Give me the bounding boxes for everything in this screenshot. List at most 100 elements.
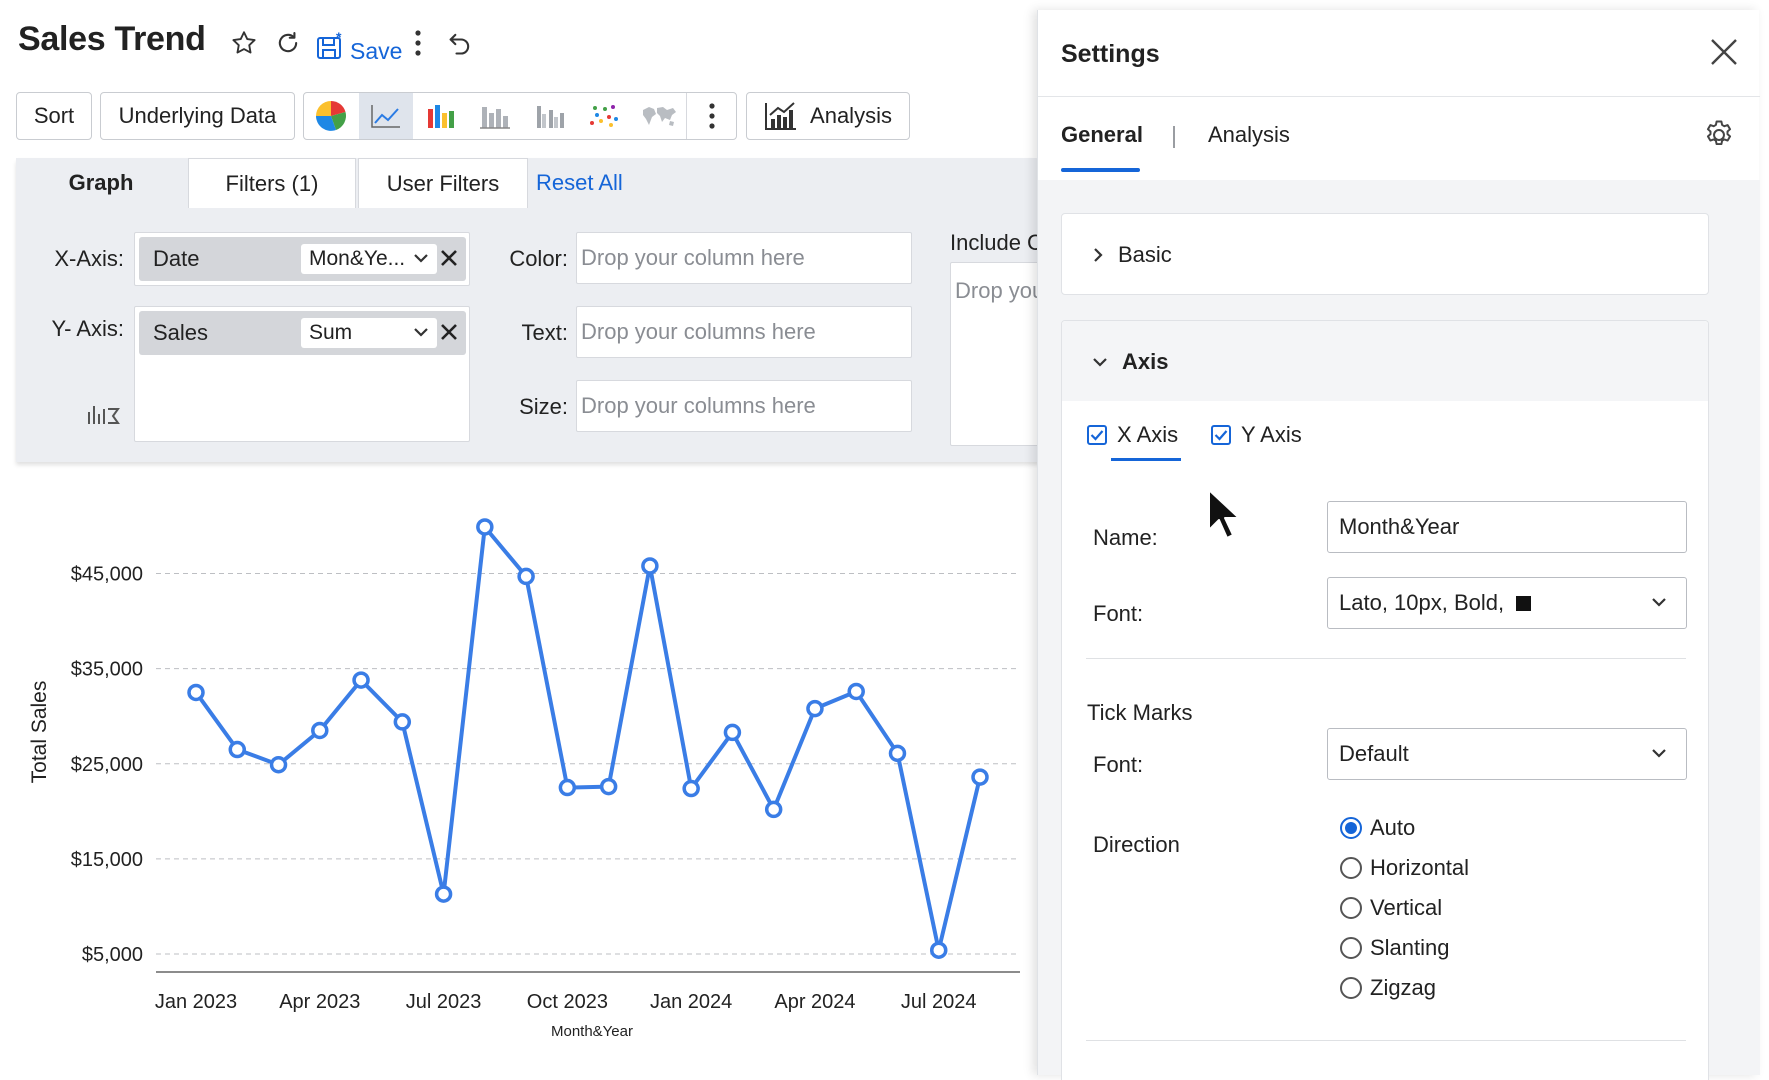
remove-y-field-icon[interactable] [438, 321, 460, 343]
axis-section-header[interactable]: Axis [1092, 349, 1168, 375]
x-tick-label: Jul 2024 [901, 991, 977, 1013]
data-point[interactable] [558, 778, 577, 797]
data-point[interactable] [269, 755, 288, 774]
gear-icon[interactable] [1702, 118, 1736, 152]
more-vertical-icon[interactable] [402, 27, 434, 59]
x-tick-label: Jul 2023 [406, 991, 482, 1013]
x-axis-label: X-Axis: [54, 246, 124, 271]
direction-radio-slanting[interactable]: Slanting [1340, 935, 1450, 961]
stacked-bar-icon[interactable] [468, 93, 523, 139]
include-label: Include C [950, 230, 1043, 255]
x-axis-checkbox[interactable]: X Axis [1087, 422, 1178, 448]
active-tab-indicator [1061, 168, 1140, 172]
data-point[interactable] [971, 768, 989, 786]
radio-icon [1340, 897, 1362, 919]
tab-user-filters[interactable]: User Filters [358, 158, 528, 208]
x-axis-function-select[interactable]: Mon&Ye... [301, 244, 437, 274]
y-tick-label: $15,000 [71, 849, 143, 871]
data-point[interactable] [228, 740, 247, 759]
data-point[interactable] [723, 723, 742, 742]
data-point[interactable] [434, 885, 453, 903]
y-axis-function-value: Sum [309, 321, 353, 344]
radio-label: Zigzag [1370, 975, 1437, 1000]
tick-font-select[interactable]: Default [1327, 728, 1687, 780]
x-axis-field-name: Date [153, 246, 200, 271]
checkbox-checked-icon [1087, 425, 1107, 445]
tab-graph[interactable]: Graph [16, 158, 186, 208]
include-placeholder: Drop you [955, 278, 1045, 303]
reset-all-link[interactable]: Reset All [536, 158, 626, 208]
data-point[interactable] [847, 682, 865, 701]
tick-font-label: Font: [1093, 752, 1144, 777]
divider [1038, 96, 1760, 97]
data-point[interactable] [599, 777, 618, 796]
series-line [194, 525, 982, 953]
y-axis-checkbox[interactable]: Y Axis [1211, 422, 1302, 448]
x-tick-label: Apr 2024 [774, 991, 855, 1013]
x-axis-field-pill[interactable]: Date Mon&Ye... [139, 237, 466, 281]
axis-name-input[interactable]: Month&Year [1327, 501, 1687, 553]
settings-tab-general[interactable]: General [1061, 122, 1143, 148]
sort-button[interactable]: Sort [16, 92, 92, 140]
data-point[interactable] [806, 699, 824, 718]
radio-label: Horizontal [1370, 855, 1470, 880]
settings-panel: Settings General Analysis Basic Axis X A… [1037, 10, 1760, 1080]
direction-radio-auto[interactable]: Auto [1340, 815, 1415, 841]
bar-chart-icon[interactable] [413, 93, 468, 139]
direction-radio-horizontal[interactable]: Horizontal [1340, 855, 1469, 881]
axis-font-select[interactable]: Lato, 10px, Bold, [1327, 577, 1687, 629]
underlying-data-button[interactable]: Underlying Data [100, 92, 295, 140]
axis-font-value: Lato, 10px, Bold, [1339, 590, 1505, 615]
data-point[interactable] [888, 744, 907, 763]
y-axis-field-pill[interactable]: Sales Sum [139, 311, 466, 355]
map-icon[interactable] [632, 93, 687, 139]
chevron-down-icon [1652, 749, 1666, 758]
text-label: Text: [521, 320, 568, 345]
y-axis-function-select[interactable]: Sum [301, 318, 437, 348]
basic-section-header[interactable]: Basic [1092, 242, 1172, 268]
y-tick-label: $35,000 [71, 659, 143, 681]
divider [1086, 1040, 1686, 1041]
size-label: Size: [519, 394, 568, 419]
remove-x-field-icon[interactable] [438, 247, 460, 269]
more-charts-icon[interactable] [686, 93, 736, 139]
basic-section[interactable]: Basic [1061, 213, 1709, 295]
x-axis-tab-indicator [1111, 458, 1181, 461]
analysis-chart-icon [765, 102, 797, 130]
direction-radio-vertical[interactable]: Vertical [1340, 895, 1442, 921]
x-axis-function-value: Mon&Ye... [309, 247, 406, 270]
data-point[interactable] [682, 779, 700, 798]
settings-tab-analysis[interactable]: Analysis [1208, 122, 1290, 148]
x-tick-label: Jan 2023 [155, 991, 237, 1013]
radio-icon [1340, 977, 1362, 999]
aggregate-sigma-icon[interactable] [86, 400, 122, 430]
grouped-bar-icon[interactable] [523, 93, 578, 139]
divider [1086, 658, 1686, 659]
x-tick-label: Apr 2023 [279, 991, 360, 1013]
direction-radio-zigzag[interactable]: Zigzag [1340, 975, 1436, 1001]
close-icon[interactable] [1706, 34, 1742, 70]
y-axis-title: Total Sales [28, 681, 51, 784]
data-point[interactable] [929, 941, 948, 959]
data-point[interactable] [311, 721, 329, 740]
data-point[interactable] [476, 518, 494, 536]
data-point[interactable] [352, 671, 370, 689]
save-button[interactable]: * Save [316, 26, 402, 63]
mouse-cursor-icon [1208, 489, 1240, 539]
undo-icon[interactable] [444, 27, 476, 59]
data-point[interactable] [393, 713, 412, 731]
data-point[interactable] [187, 683, 205, 702]
y-axis-label: Y- Axis: [51, 316, 124, 341]
scatter-icon[interactable] [577, 93, 632, 139]
analysis-button[interactable]: Analysis [746, 92, 910, 140]
data-point[interactable] [764, 800, 783, 819]
analysis-label: Analysis [810, 103, 892, 128]
data-point[interactable] [517, 567, 535, 586]
radio-label: Slanting [1370, 935, 1450, 960]
data-point[interactable] [641, 557, 659, 575]
star-icon[interactable] [228, 27, 260, 59]
pie-chart-icon[interactable] [304, 93, 359, 139]
line-chart-icon[interactable] [358, 93, 414, 139]
tab-filters[interactable]: Filters (1) [188, 158, 356, 208]
refresh-icon[interactable] [272, 27, 304, 59]
